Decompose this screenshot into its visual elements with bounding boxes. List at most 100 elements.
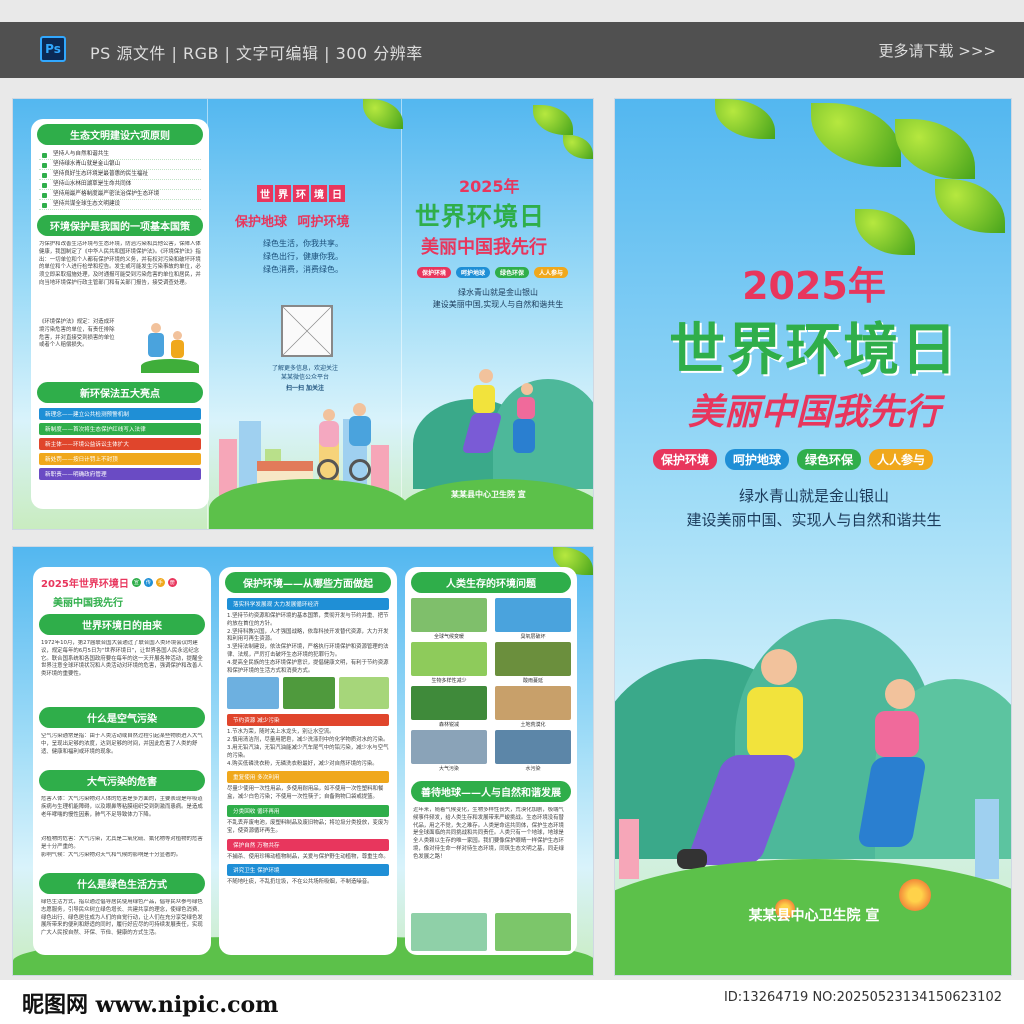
small-cover-line-2: 建设美丽中国,实现人与自然和谐共生	[432, 300, 564, 309]
list-item: 坚持用最严格制度最严密法治保护生态环境	[39, 190, 201, 200]
issue-caption: 大气污染	[438, 766, 459, 772]
cover-year: 2025年	[742, 264, 886, 308]
image-id: ID:13264719 NO:20250523134150623102	[723, 990, 1002, 1005]
policy-text-2: 《环境保护法》规定：对造成环境污染危害的单位，有责任排除危害，并对直接受到损害的…	[39, 319, 115, 349]
slogan-2: 呵护环境	[297, 215, 350, 230]
harmony-text: 近年来，随着气候变化，生物多样性丧失，荒漠化加剧，极端气候事件频发，给人类生存和…	[413, 807, 564, 860]
law-item: 新制度——首次将生态保护红线写入法律	[39, 423, 201, 435]
issues-photo-grid: 全球气候变暖 臭氧层破坏 生物多样性减少 酸雨蔓延 森林锐减 土地荒漠化 大气污…	[411, 598, 571, 776]
badge-char: 界	[275, 185, 291, 202]
issue-photo	[411, 730, 487, 764]
list-item: 坚持共谋全球生态文明建设	[39, 200, 201, 210]
sec6-text: 不随地吐痰，不乱扔垃圾，不在公共场所吸烟，不制造噪音。	[227, 879, 373, 886]
header-tag-char: 手	[155, 578, 165, 587]
outer-spread: 生态文明建设六项原则 坚持人与自然和谐共生 坚持绿水青山就是金山银山 坚持良好生…	[12, 98, 594, 530]
badge-char: 世	[257, 185, 273, 202]
middle-title: 保护环境——从哪些方面做起	[225, 572, 391, 593]
principles-list: 坚持人与自然和谐共生 坚持绿水青山就是金山银山 坚持良好生态环境是最普惠的民生福…	[31, 150, 209, 210]
qr-caption: 了解更多信息，欢迎关注 某某微信公众平台	[271, 365, 338, 381]
header-tag-char: 宣	[131, 578, 141, 587]
tag: 呵护地球	[456, 267, 491, 278]
sec1-item: 3.坚持法制建设，依法保护环境，严格执行环境保护和资源管理的法律、法规，严厉打击…	[227, 644, 389, 658]
law-item: 新主体——环境公益诉讼主体扩大	[39, 438, 201, 450]
small-cover-title: 世界环境日	[415, 202, 546, 231]
harm-text: 危害人体：大气污染物对人体的危害是多方面的，主要表现是呼吸道疾病与生理机能障碍，…	[41, 796, 203, 818]
harm-title: 大气污染的危害	[39, 770, 205, 791]
issue-caption: 土地荒漠化	[520, 722, 546, 728]
air-title: 什么是空气污染	[39, 707, 205, 728]
hand-globe-photo	[339, 677, 389, 710]
badge-char: 境	[311, 185, 327, 202]
green-hill	[209, 479, 409, 529]
header-tag-char: 册	[167, 578, 177, 587]
issue-caption: 水污染	[525, 766, 541, 772]
harm-text-2: 对植物的危害：大气污染，尤其是二氧化硫、氟化物等对植物的危害是十分严重的。	[41, 836, 203, 850]
runners-illustration	[453, 369, 553, 489]
sec1-item: 2.坚持科教兴国，人才强国战略，依靠科技开发替代资源，大力开发和利用可再生资源。	[227, 628, 389, 643]
law-title: 新环保法五大亮点	[37, 382, 203, 403]
issue-caption: 臭氧层破坏	[520, 634, 546, 640]
principles-card: 生态文明建设六项原则 坚持人与自然和谐共生 坚持绿水青山就是金山银山 坚持良好生…	[31, 119, 209, 509]
green-lines: 绿色生活，你我共享。 绿色出行，健康你我。 绿色消费，消费绿色。	[263, 237, 343, 276]
leaf-decoration	[935, 179, 1005, 233]
leaf-decoration	[811, 103, 901, 167]
issue-caption: 生物多样性减少	[431, 678, 467, 684]
air-text: 空气污染通常是指：由于人类活动或自然过程引起某些物质进入大气中，呈现出足够的浓度…	[41, 733, 203, 755]
header-tag-char: 传	[143, 578, 153, 587]
leaf-decoration	[895, 119, 975, 179]
middle-photos-row	[227, 677, 389, 711]
issue-photo	[495, 686, 571, 720]
sec5-text: 不捕杀、使用珍稀动植物制品，关爱与保护野生动植物，尊重生命。	[227, 853, 389, 860]
slogan-1: 保护地球	[235, 215, 288, 230]
plant-photo	[283, 677, 335, 710]
issue-caption: 酸雨蔓延	[522, 678, 543, 684]
site-logo[interactable]: 昵图网 www.nipic.com	[22, 987, 278, 1019]
issue-photo	[411, 642, 487, 676]
list-item: 坚持人与自然和谐共生	[39, 150, 201, 160]
sec2-item: 2.慎用清洁剂，尽量用肥皂，减少洗涤剂中的化学物质对水的污染。	[227, 737, 389, 744]
badge-char: 日	[329, 185, 345, 202]
family-illustration	[141, 319, 199, 375]
issue-photo	[495, 730, 571, 764]
sec3-bar: 重复使用 多次利用	[227, 771, 389, 784]
qr-action: 扫一扫 加关注	[285, 385, 325, 392]
tag: 人人参与	[534, 267, 569, 278]
sec5-bar: 保护自然 万物共存	[227, 838, 389, 851]
inner-right-card: 人类生存的环境问题 全球气候变暖 臭氧层破坏 生物多样性减少 酸雨蔓延 森林锐减…	[405, 567, 577, 955]
leaf-decoration	[563, 135, 593, 159]
leaf-decoration	[533, 105, 573, 135]
sec2-item: 4.购买低磷洗衣粉，无磷洗衣粉最好，减少对自然环境的污染。	[227, 760, 378, 767]
file-meta-text: PS 源文件 | RGB | 文字可编辑 | 300 分辨率	[90, 44, 423, 63]
sec1-item: 4.提高全民族的生态环境保护意识，提倡健康文明，有利于节约资源和保护环境的生活方…	[227, 659, 389, 674]
cover-line-1: 绿水青山就是金山银山	[738, 487, 889, 505]
small-cover-subtitle: 美丽中国我先行	[421, 237, 547, 258]
line-3: 绿色消费，消费绿色。	[263, 265, 343, 274]
more-download-link[interactable]: 更多请下载 >>>	[879, 40, 996, 61]
leaf-decoration	[855, 209, 915, 255]
inner-spread: 2025年世界环境日 宣 传 手 册 美丽中国我先行 世界环境日的由来 1972…	[12, 546, 594, 976]
small-cover-year: 2025年	[459, 177, 520, 196]
issue-photo	[411, 598, 487, 632]
origin-title: 世界环境日的由来	[39, 614, 205, 635]
law-item: 新处罚——按日计罚上不封顶	[39, 453, 201, 465]
tag: 绿色环保	[495, 267, 530, 278]
sec1-item: 1.坚持节约资源和保护环境的基本国策，贯彻开发与节约并重、把节约放在首位的方针。	[227, 613, 389, 627]
recycling-photo	[227, 677, 279, 710]
tag: 人人参与	[869, 449, 934, 470]
policy-row: 《环境保护法》规定：对造成环境污染危害的单位，有责任排除危害，并对直接受到损害的…	[31, 319, 209, 377]
issue-photo	[495, 642, 571, 676]
small-cover-line-1: 绿水青山就是金山银山	[458, 288, 538, 297]
sec4-bar: 分类回收 循环再用	[227, 804, 389, 817]
green-title: 什么是绿色生活方式	[39, 873, 205, 894]
leaf-decoration	[363, 99, 403, 129]
tree-photo	[495, 913, 571, 951]
harmony-photos-row	[411, 913, 571, 953]
green-text: 绿色生活方式，指以通过倡导居民使用绿色产品，倡导民众参与绿色志愿服务，引导民众树…	[41, 899, 203, 937]
inner-middle-card: 保护环境——从哪些方面做起 落实科学发展观 大力发展循环经济 1.坚持节约资源和…	[219, 567, 397, 955]
harmony-title: 善待地球——人与自然和谐发展	[411, 781, 571, 802]
subheading: 美丽中国我先行	[53, 598, 123, 609]
qr-code-placeholder[interactable]	[281, 305, 333, 357]
sec4-text: 不乱丢弃废电池，废塑料制品及废旧物品；将垃圾分类投放，变废为宝，使资源循环再生。	[227, 819, 389, 834]
harm-text-3: 影响气候：大气污染物对天气和气候的影响是十分显著的。	[41, 852, 182, 858]
small-cover-org: 某某县中心卫生院 宣	[451, 490, 526, 499]
